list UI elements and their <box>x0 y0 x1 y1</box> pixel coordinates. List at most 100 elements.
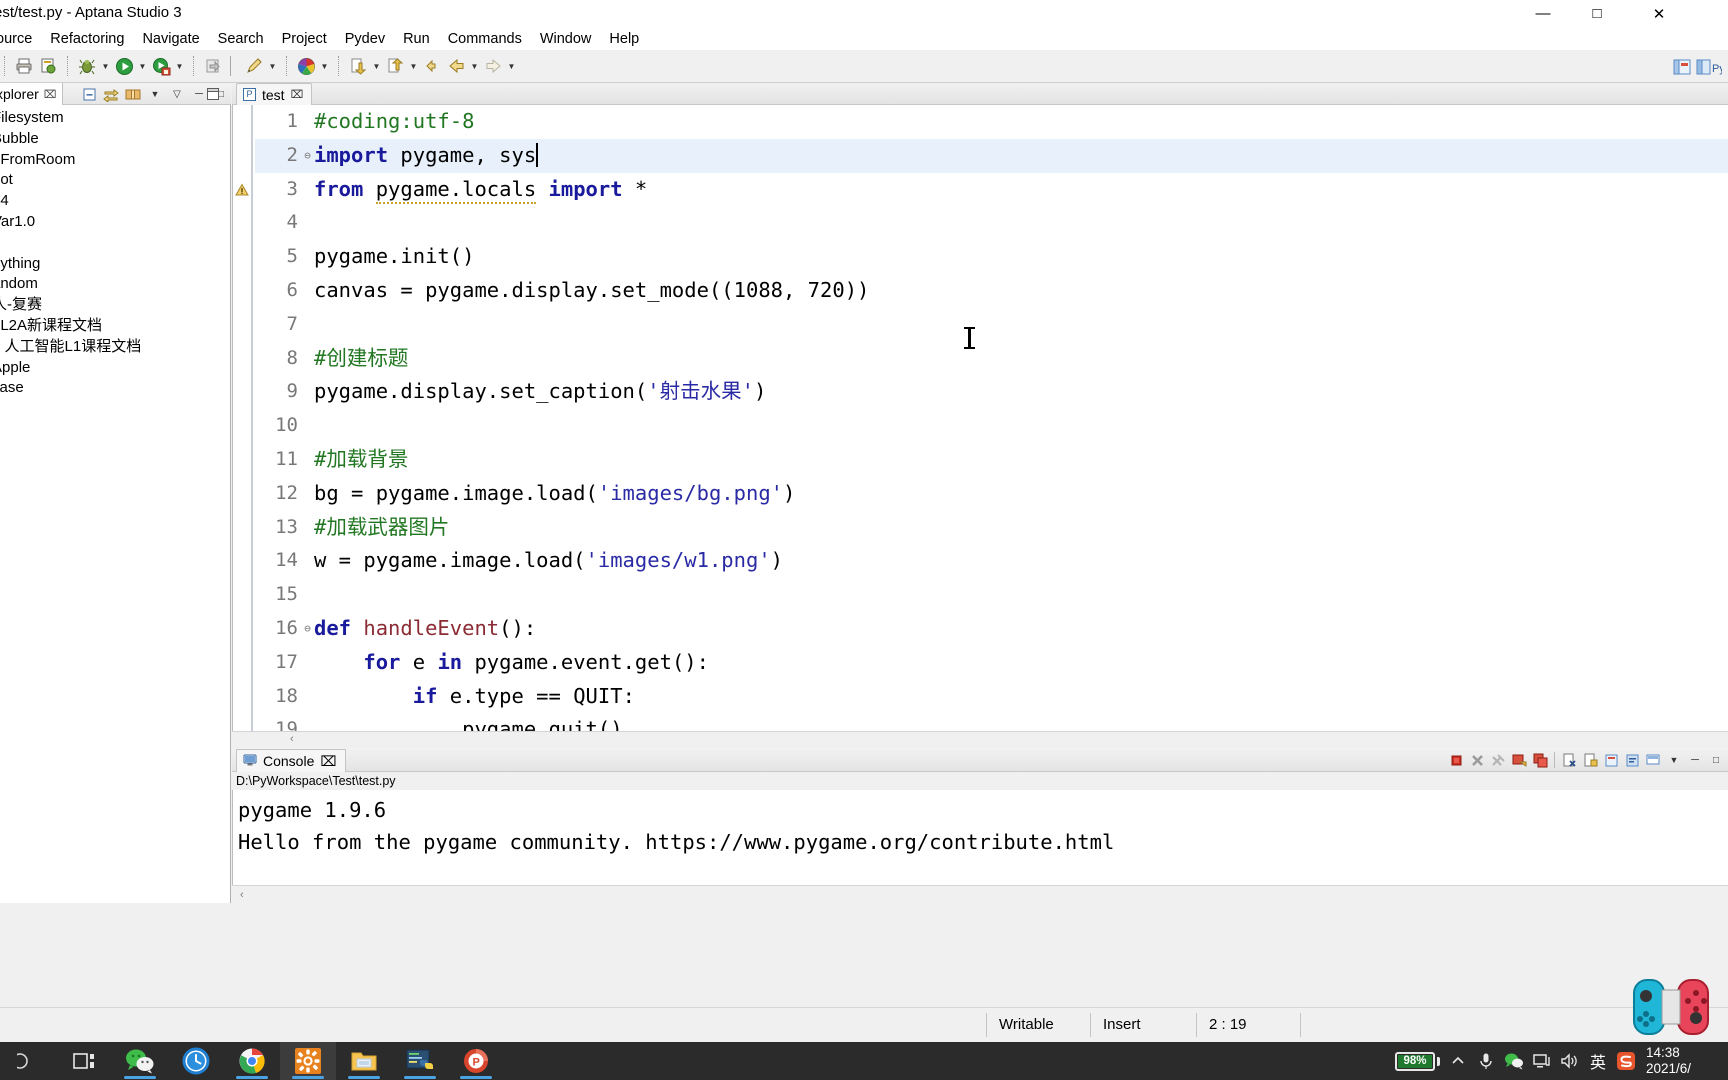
close-icon[interactable]: ⌧ <box>44 88 57 101</box>
code-lines[interactable]: 1 #coding:utf-8 2 ⊖ import pygame, sys 3 from … <box>255 105 1728 731</box>
powerpoint-icon[interactable]: P <box>448 1042 504 1080</box>
run-external-icon[interactable] <box>149 54 173 78</box>
window-minimize-button[interactable]: — <box>1520 0 1566 27</box>
display-selected-console-icon[interactable] <box>1530 750 1550 770</box>
fold-toggle-icon[interactable]: ⊖ <box>301 139 314 173</box>
clock-app-icon[interactable] <box>168 1042 224 1080</box>
forward-icon[interactable] <box>481 54 505 78</box>
joycon-controller-icon[interactable] <box>1632 976 1710 1038</box>
menu-item-commands[interactable]: Commands <box>439 29 531 49</box>
maximize-console-icon[interactable]: □ <box>1706 750 1726 770</box>
menu-item-refactoring[interactable]: Refactoring <box>41 29 133 49</box>
menu-item-search[interactable]: Search <box>209 29 273 49</box>
code-line[interactable]: 4 <box>255 206 1728 240</box>
pydev-perspective-icon[interactable]: Py <box>1694 55 1724 79</box>
editor-horizontal-scrollbar[interactable]: ‹ <box>232 731 1728 745</box>
restore-view-icon[interactable] <box>204 85 222 103</box>
new-console-view-icon[interactable] <box>1643 750 1663 770</box>
back-double-icon[interactable] <box>420 54 444 78</box>
filter-icon[interactable]: ▽ <box>167 84 187 104</box>
back-icon[interactable] <box>444 54 468 78</box>
scroll-lock-icon[interactable] <box>1580 750 1600 770</box>
window-maximize-button[interactable]: □ <box>1574 0 1620 27</box>
ime-language-indicator[interactable]: 英 <box>1584 1042 1612 1080</box>
code-line[interactable]: 8 #创建标题 <box>255 342 1728 376</box>
file-explorer-icon[interactable] <box>336 1042 392 1080</box>
code-line[interactable]: 1 #coding:utf-8 <box>255 105 1728 139</box>
code-line[interactable]: 16 ⊖ def handleEvent(): <box>255 612 1728 646</box>
menu-item-pydev[interactable]: Pydev <box>336 29 394 49</box>
taskbar-clock[interactable]: 14:38 2021/6/ <box>1640 1042 1726 1080</box>
run-play-icon[interactable] <box>112 54 136 78</box>
menu-item-project[interactable]: Project <box>273 29 336 49</box>
forward-dropdown-arrow-icon[interactable]: ▼ <box>505 54 518 78</box>
list-item[interactable]: case <box>0 378 231 399</box>
menu-item-navigate[interactable]: Navigate <box>133 29 208 49</box>
aptana-studio-icon[interactable] <box>280 1042 336 1080</box>
python-ide-icon[interactable] <box>392 1042 448 1080</box>
code-line[interactable]: 2 ⊖ import pygame, sys <box>255 138 1728 173</box>
console-output[interactable]: pygame 1.9.6 Hello from the pygame commun… <box>232 790 1728 885</box>
code-line[interactable]: 10 <box>255 409 1728 443</box>
view-menu-chevron-icon[interactable]: ▼ <box>145 84 165 104</box>
code-line[interactable]: 5 pygame.init() <box>255 240 1728 274</box>
link-with-editor-icon[interactable] <box>101 84 121 104</box>
code-line[interactable]: 7 <box>255 308 1728 342</box>
wechat-tray-icon[interactable] <box>1500 1042 1528 1080</box>
battery-status[interactable]: 98% <box>1395 1051 1440 1071</box>
scroll-left-icon[interactable]: ‹ <box>240 889 244 901</box>
menu-item-help[interactable]: Help <box>600 29 648 49</box>
annotation-ruler[interactable] <box>233 105 251 731</box>
fold-toggle-icon[interactable]: ⊖ <box>301 612 314 646</box>
clear-console-icon[interactable] <box>1559 750 1579 770</box>
print-icon[interactable] <box>12 54 36 78</box>
network-icon[interactable] <box>1528 1042 1556 1080</box>
color-wheel-icon[interactable] <box>294 54 318 78</box>
list-item[interactable]: Var1.0 <box>0 212 231 233</box>
debug-dropdown-arrow-icon[interactable]: ▼ <box>99 54 112 78</box>
next-annotation-arrow-icon[interactable]: ▼ <box>407 54 420 78</box>
code-line[interactable]: 3 from pygame.locals import * <box>255 173 1728 207</box>
code-line[interactable]: 12 bg = pygame.image.load('images/bg.png'… <box>255 477 1728 511</box>
previous-annotation-arrow-icon[interactable]: ▼ <box>370 54 383 78</box>
remove-all-terminated-icon[interactable] <box>1488 750 1508 770</box>
list-item[interactable]: nything <box>0 254 231 275</box>
tab-test-py[interactable]: P test ⌧ <box>236 83 313 105</box>
list-item[interactable]: eFromRoom <box>0 150 231 171</box>
next-annotation-icon[interactable] <box>383 54 407 78</box>
list-item[interactable]: n4 <box>0 191 231 212</box>
tab-explorer[interactable]: xplorer ⌧ <box>0 83 64 105</box>
tab-console[interactable]: Console ⌧ <box>236 749 346 772</box>
list-item[interactable]: n 人工智能L1课程文档 <box>0 337 231 358</box>
edit-dropdown-arrow-icon[interactable]: ▼ <box>266 54 279 78</box>
pin-console-icon[interactable] <box>1601 750 1621 770</box>
menu-item-window[interactable]: Window <box>531 29 601 49</box>
console-menu-chevron-icon[interactable]: ▼ <box>1664 750 1684 770</box>
close-icon[interactable]: ⌧ <box>291 88 304 101</box>
deploy-icon[interactable] <box>201 54 225 78</box>
previous-annotation-icon[interactable] <box>346 54 370 78</box>
list-item[interactable]: 人-复赛 <box>0 295 231 316</box>
start-icon[interactable] <box>0 1042 56 1080</box>
list-item[interactable]: andom <box>0 274 231 295</box>
code-line[interactable]: 19 pygame.quit() <box>255 713 1728 731</box>
code-line[interactable]: 9 pygame.display.set_caption('射击水果') <box>255 375 1728 409</box>
remove-launch-icon[interactable] <box>1467 750 1487 770</box>
list-item[interactable]: oot <box>0 170 231 191</box>
back-dropdown-arrow-icon[interactable]: ▼ <box>468 54 481 78</box>
perspective-switch-icon[interactable] <box>1670 55 1694 79</box>
explorer-tree[interactable]: FilesystemBubbleeFromRoomootn4Var1.0 nyth… <box>0 106 231 903</box>
pencil-icon[interactable] <box>242 54 266 78</box>
code-line[interactable]: 6 canvas = pygame.display.set_mode((1088,… <box>255 274 1728 308</box>
menu-item-ource[interactable]: ource <box>0 29 41 49</box>
list-item[interactable]: Filesystem <box>0 108 231 129</box>
open-console-icon[interactable] <box>1509 750 1529 770</box>
code-line[interactable]: 11 #加载背景 <box>255 443 1728 477</box>
code-line[interactable]: 14 w = pygame.image.load('images/w1.png') <box>255 544 1728 578</box>
window-close-button[interactable]: ✕ <box>1636 0 1682 27</box>
chrome-icon[interactable] <box>224 1042 280 1080</box>
export-icon[interactable] <box>36 54 60 78</box>
code-line[interactable]: 15 <box>255 578 1728 612</box>
list-item[interactable]: nL2A新课程文档 <box>0 316 231 337</box>
run-dropdown-arrow-icon[interactable]: ▼ <box>136 54 149 78</box>
